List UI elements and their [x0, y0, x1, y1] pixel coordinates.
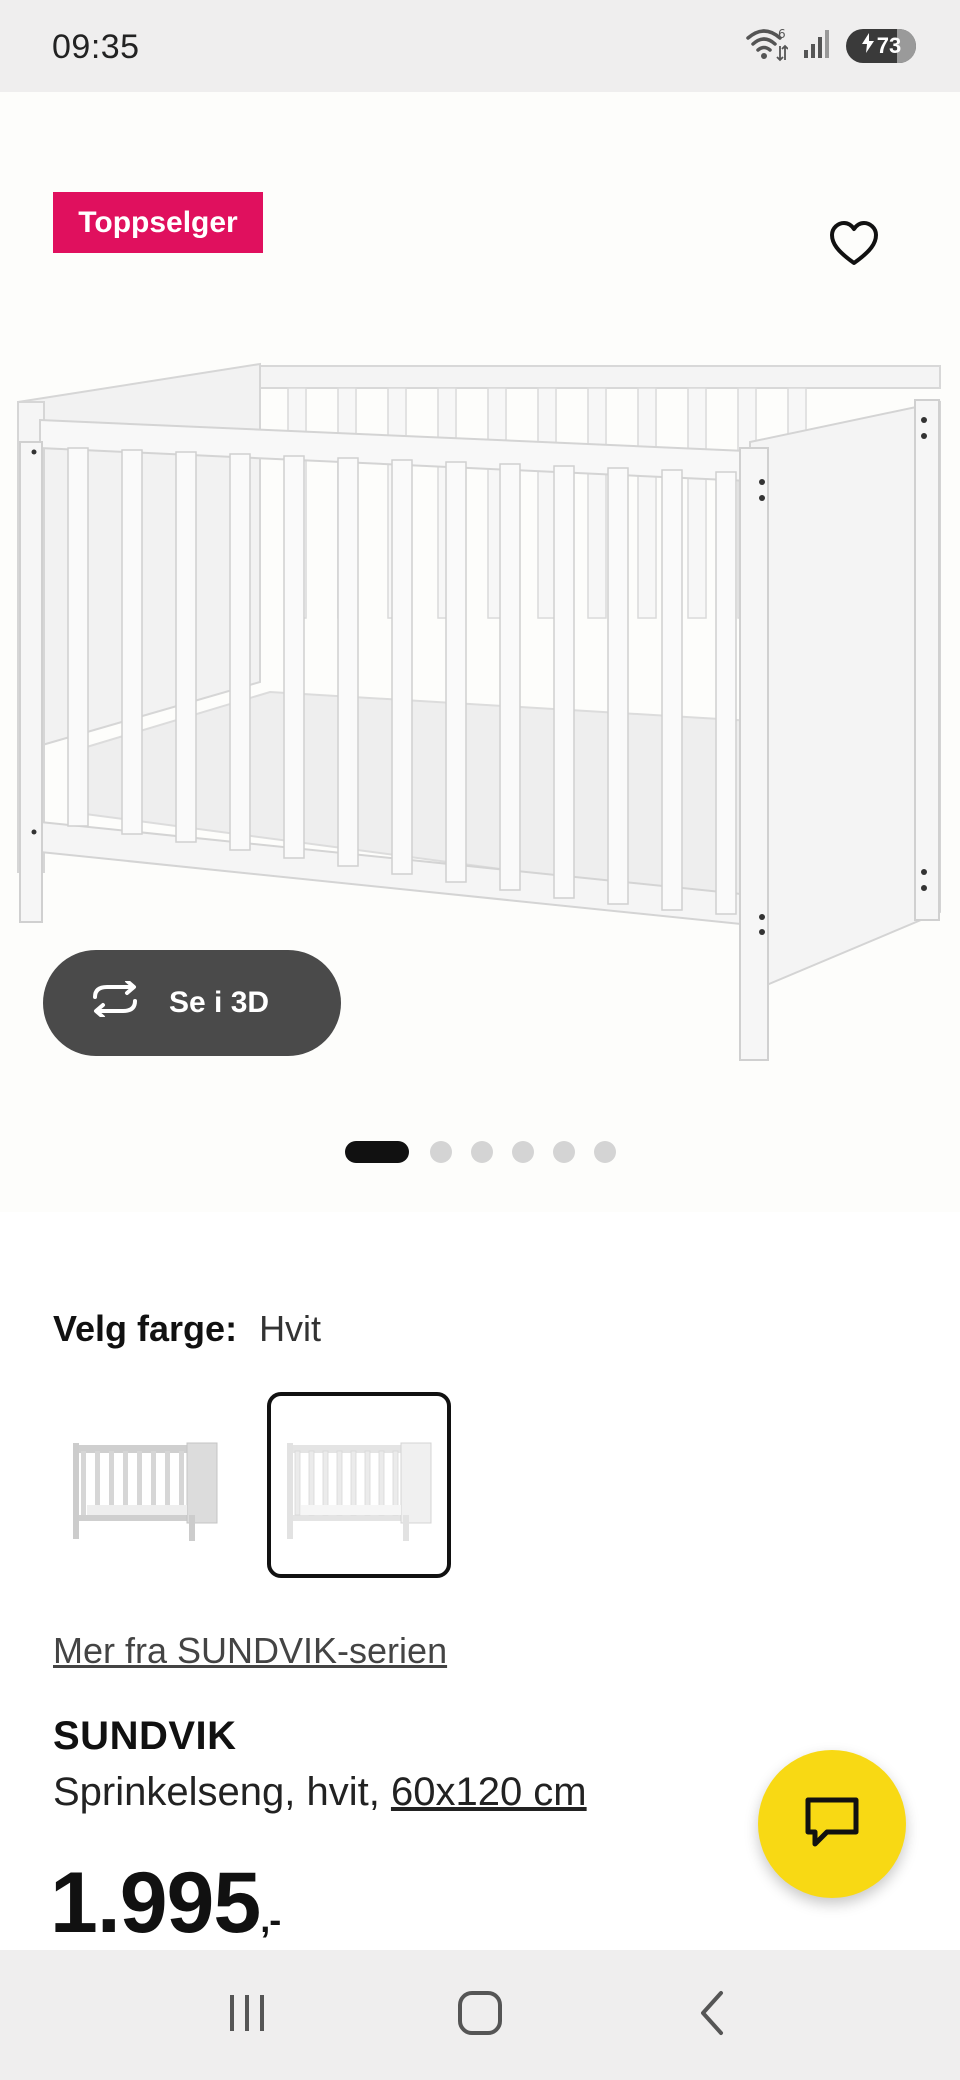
price-suffix: ,- [260, 1899, 281, 1940]
recent-apps-icon [225, 1991, 269, 2040]
status-icons: 6 73 [744, 26, 916, 66]
color-swatches [53, 1392, 451, 1578]
back-icon [693, 1989, 733, 2042]
chat-button[interactable] [758, 1750, 906, 1898]
rotate-3d-icon [87, 979, 143, 1025]
product-price: 1.995,- [50, 1860, 281, 1946]
grey-crib-thumbnail [73, 1442, 218, 1541]
home-icon [456, 1989, 504, 2042]
carousel-dot-active[interactable] [344, 1141, 409, 1163]
battery-charging-icon: 73 [846, 29, 916, 63]
top-seller-badge: Toppselger [53, 192, 263, 253]
wifi-icon: 6 [744, 26, 789, 67]
product-image-carousel[interactable]: Toppselger Se i 3D [0, 92, 960, 1212]
color-swatch-grey[interactable] [53, 1392, 237, 1578]
home-button[interactable] [440, 1975, 520, 2055]
system-nav-bar [0, 1950, 960, 2080]
heart-icon [829, 220, 879, 272]
carousel-indicator [0, 1140, 960, 1164]
product-name: SUNDVIK [53, 1714, 237, 1758]
chat-bubble-icon [803, 1795, 861, 1854]
carousel-dot[interactable] [429, 1141, 452, 1163]
favorite-button[interactable] [822, 214, 886, 278]
color-picker-header: Velg farge: Hvit [53, 1308, 321, 1350]
status-time: 09:35 [52, 28, 140, 66]
recent-apps-button[interactable] [207, 1975, 287, 2055]
price-value: 1.995 [50, 1855, 261, 1951]
svg-text:6: 6 [778, 27, 786, 41]
product-description: Sprinkelseng, hvit, 60x120 cm [53, 1770, 587, 1815]
view-3d-button[interactable]: Se i 3D [43, 950, 341, 1056]
signal-icon [802, 28, 832, 65]
carousel-dot[interactable] [470, 1141, 493, 1163]
product-description-text: Sprinkelseng, hvit, [53, 1770, 391, 1814]
status-bar: 09:35 6 73 [0, 0, 960, 92]
color-value: Hvit [259, 1308, 322, 1349]
carousel-dot[interactable] [593, 1141, 616, 1163]
white-crib-thumbnail [287, 1442, 432, 1541]
series-link[interactable]: Mer fra SUNDVIK-serien [53, 1630, 447, 1672]
carousel-dot[interactable] [511, 1141, 534, 1163]
battery-level: 73 [876, 33, 902, 58]
size-link[interactable]: 60x120 cm [391, 1770, 587, 1814]
carousel-dot[interactable] [552, 1141, 575, 1163]
color-swatch-white[interactable] [267, 1392, 451, 1578]
view-3d-label: Se i 3D [169, 986, 270, 1019]
back-button[interactable] [673, 1975, 753, 2055]
color-label: Velg farge: [53, 1308, 238, 1349]
